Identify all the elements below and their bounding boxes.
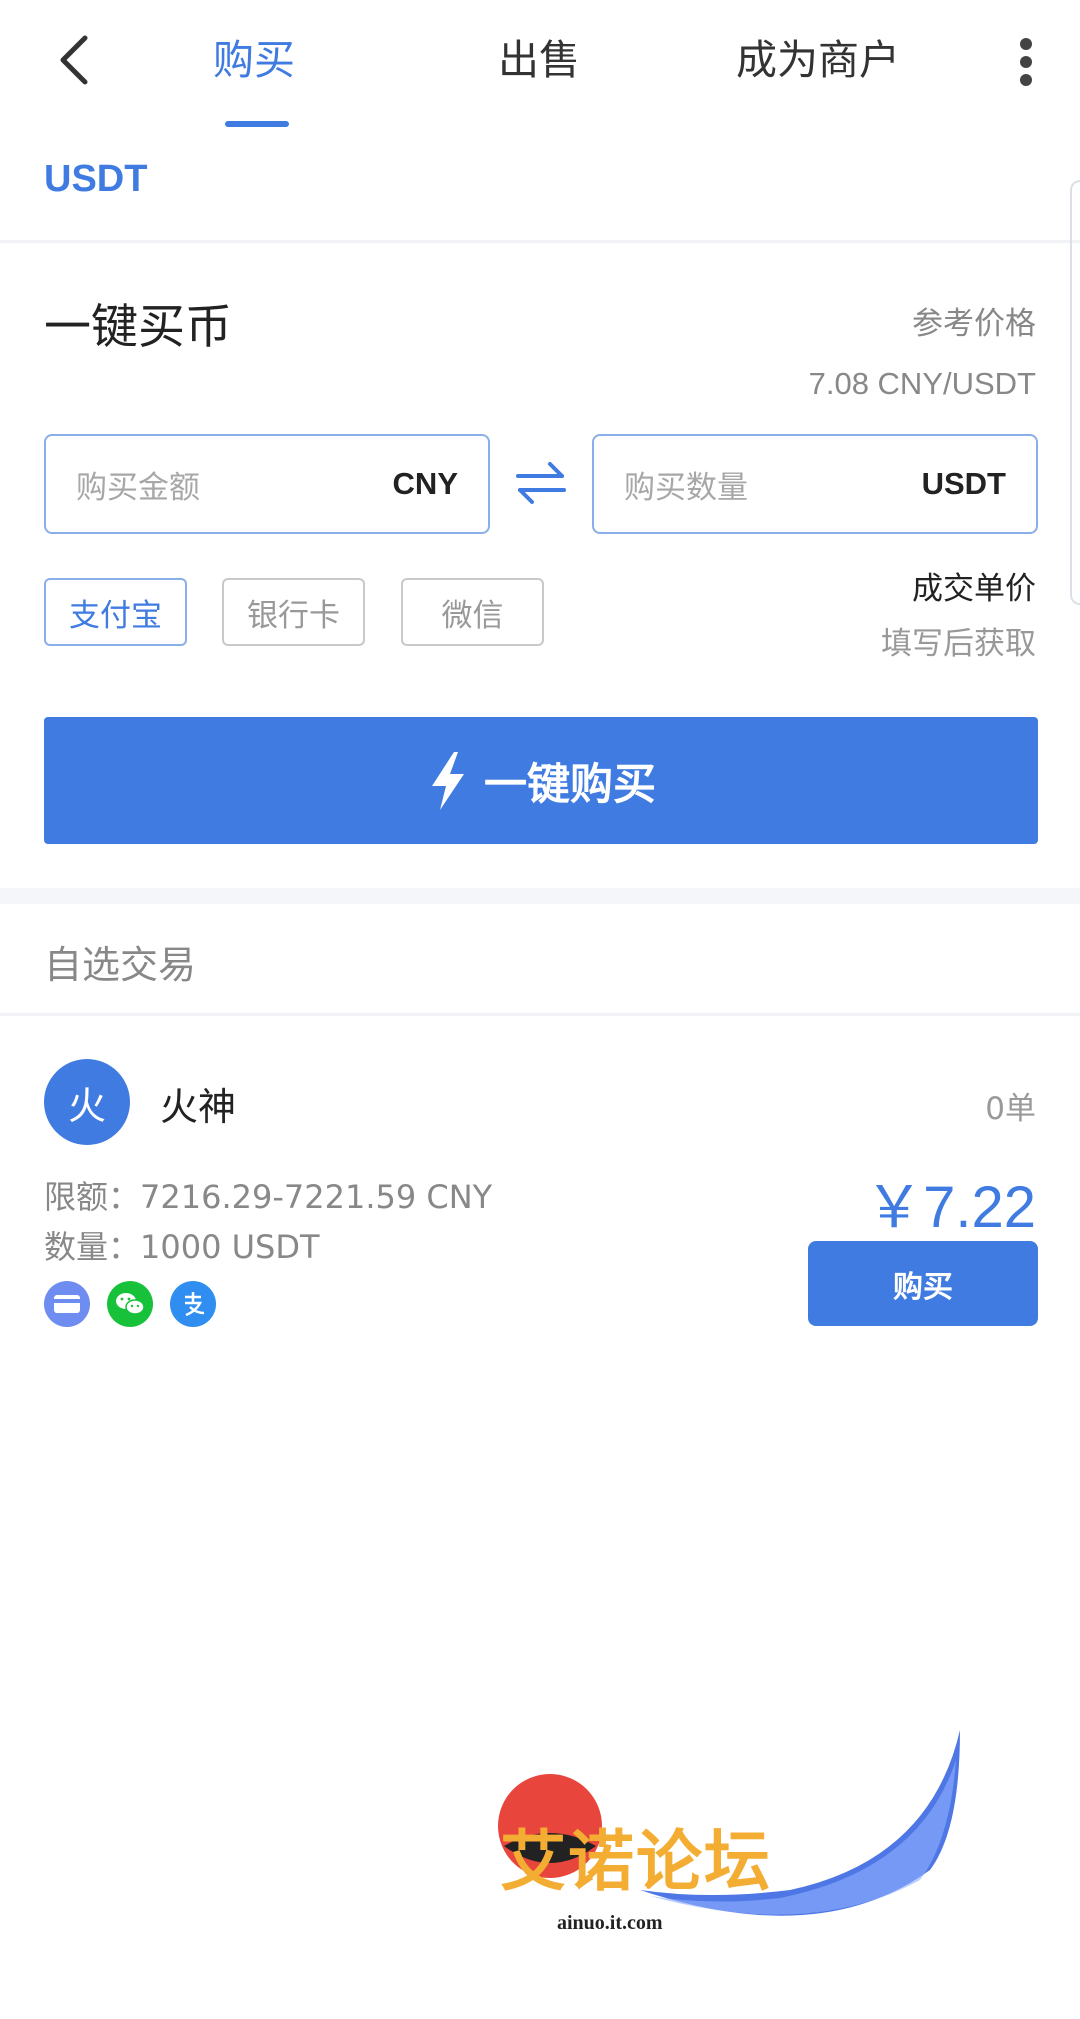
divider — [0, 1013, 1080, 1016]
unit-price-label: 成交单价 — [912, 571, 1036, 607]
quick-buy-button[interactable]: 一键购买 — [44, 717, 1038, 844]
buy-amount-input[interactable]: 购买金额 CNY — [44, 434, 490, 534]
avatar: 火 — [44, 1059, 130, 1145]
tab-become-merchant[interactable]: 成为商户 — [736, 30, 900, 90]
available-quantity: 数量：1000 USDT — [44, 1228, 320, 1266]
back-button[interactable] — [44, 28, 104, 92]
limit-range: 限额：7216.29-7221.59 CNY — [44, 1178, 493, 1216]
coin-tab-usdt[interactable]: USDT — [44, 158, 147, 201]
section-separator — [0, 888, 1080, 904]
buy-button[interactable]: 购买 — [808, 1241, 1038, 1326]
side-drawer-handle[interactable] — [1070, 180, 1080, 605]
reference-price-label: 参考价格 — [912, 306, 1036, 342]
watermark-site: ainuo.it.com — [557, 1912, 663, 1934]
merchant-name[interactable]: 火神 — [160, 1076, 236, 1131]
payment-chip-alipay[interactable]: 支付宝 — [44, 578, 187, 646]
unit-price: ￥7.22 — [865, 1175, 1036, 1240]
active-tab-indicator — [225, 121, 289, 127]
top-navigation: 购买 出售 成为商户 — [0, 0, 1080, 130]
wechat-icon — [107, 1281, 153, 1327]
quick-buy-button-label: 一键购买 — [484, 759, 656, 810]
quick-buy-title: 一键买币 — [44, 300, 232, 355]
favorites-title: 自选交易 — [44, 943, 197, 987]
buy-amount-unit: CNY — [392, 466, 458, 501]
chevron-left-icon — [60, 35, 88, 85]
reference-price-value: 7.08 CNY/USDT — [808, 366, 1036, 401]
buy-amount-placeholder: 购买金额 — [76, 469, 200, 506]
buy-quantity-input[interactable]: 购买数量 USDT — [592, 434, 1038, 534]
divider — [0, 240, 1080, 243]
tab-sell[interactable]: 出售 — [498, 30, 580, 90]
swap-arrows-icon[interactable] — [514, 458, 568, 508]
payment-chip-wechat[interactable]: 微信 — [401, 578, 544, 646]
lightning-icon — [432, 751, 464, 810]
buy-quantity-placeholder: 购买数量 — [624, 469, 748, 506]
tab-buy[interactable]: 购买 — [213, 30, 295, 90]
more-vertical-icon[interactable] — [1010, 30, 1042, 94]
buy-quantity-unit: USDT — [921, 466, 1006, 501]
watermark-text: 艾诺论坛 — [500, 1823, 772, 1900]
alipay-icon — [170, 1281, 216, 1327]
unit-price-hint: 填写后获取 — [881, 626, 1036, 662]
bank-card-icon — [44, 1281, 90, 1327]
order-count: 0单 — [985, 1091, 1036, 1127]
payment-chip-bank-card[interactable]: 银行卡 — [222, 578, 365, 646]
